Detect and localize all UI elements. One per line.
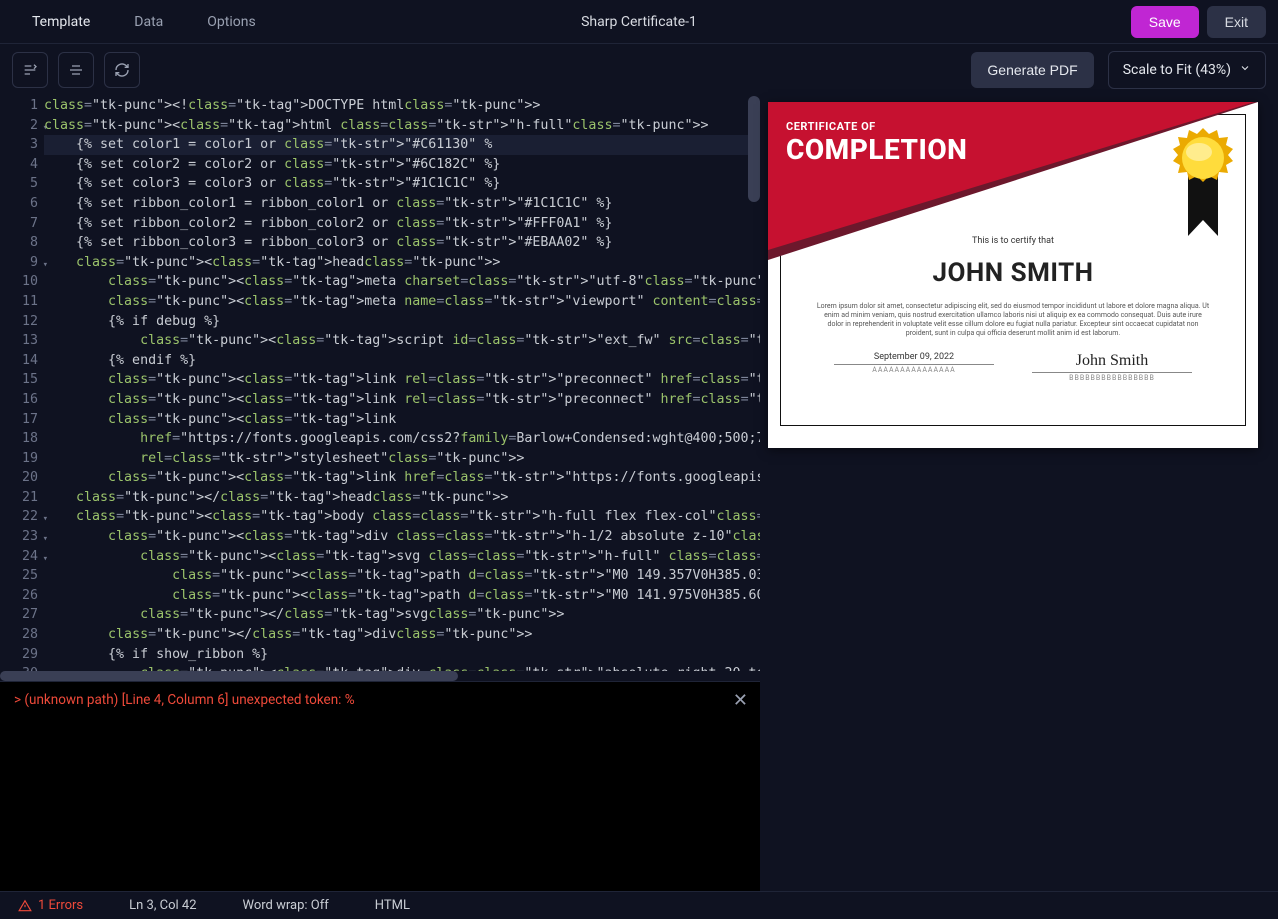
cert-completion-label: COMPLETION — [786, 133, 967, 166]
cert-date: September 09, 2022 — [834, 352, 994, 362]
top-bar: Template Data Options Sharp Certificate-… — [0, 0, 1278, 44]
error-message: > (unknown path) [Line 4, Column 6] unex… — [14, 692, 355, 708]
signature-date-col: September 09, 2022 AAAAAAAAAAAAAAA — [834, 352, 994, 382]
tab-data[interactable]: Data — [114, 4, 183, 40]
cert-of-label: CERTIFICATE OF — [786, 120, 967, 133]
exit-button[interactable]: Exit — [1207, 6, 1266, 38]
status-lang: HTML — [375, 898, 410, 913]
tab-options[interactable]: Options — [187, 4, 275, 40]
warning-icon — [18, 899, 32, 913]
top-tabs: Template Data Options — [12, 4, 276, 40]
generate-pdf-button[interactable]: Generate PDF — [971, 52, 1093, 88]
preview-page: CERTIFICATE OF COMPLETION This is to cer… — [768, 102, 1258, 448]
save-button[interactable]: Save — [1131, 6, 1199, 38]
cert-certify-text: This is to certify that — [816, 236, 1210, 246]
cert-signature: John Smith — [1032, 352, 1192, 370]
signature-name-col: John Smith BBBBBBBBBBBBBBBB — [1032, 352, 1192, 382]
tab-template[interactable]: Template — [12, 4, 110, 40]
close-icon[interactable]: ✕ — [733, 690, 748, 711]
document-title: Sharp Certificate-1 — [581, 14, 697, 30]
main-split: 12▾3456789▾10111213141516171819202122▾23… — [0, 96, 1278, 891]
zoom-label: Scale to Fit (43%) — [1123, 62, 1231, 78]
horizontal-scrollbar-track — [0, 671, 760, 681]
refresh-icon[interactable] — [104, 52, 140, 88]
status-bar: 1 Errors Ln 3, Col 42 Word wrap: Off HTM… — [0, 891, 1278, 919]
sig-line-right: BBBBBBBBBBBBBBBB — [1032, 372, 1192, 382]
code-content[interactable]: class="tk-punc"><!class="tk-tag">DOCTYPE… — [44, 96, 760, 671]
error-panel: > (unknown path) [Line 4, Column 6] unex… — [0, 681, 760, 891]
editor-column: 12▾3456789▾10111213141516171819202122▾23… — [0, 96, 760, 891]
horizontal-scrollbar[interactable] — [0, 671, 458, 681]
cert-name: JOHN SMITH — [816, 258, 1210, 288]
zoom-dropdown[interactable]: Scale to Fit (43%) — [1108, 51, 1266, 89]
chevron-down-icon — [1239, 62, 1251, 78]
align-icon[interactable] — [58, 52, 94, 88]
status-cursor: Ln 3, Col 42 — [129, 898, 196, 913]
code-editor[interactable]: 12▾3456789▾10111213141516171819202122▾23… — [0, 96, 760, 671]
toolbar: Generate PDF Scale to Fit (43%) — [0, 44, 1278, 96]
status-wrap[interactable]: Word wrap: Off — [243, 898, 329, 913]
cert-title-block: CERTIFICATE OF COMPLETION — [786, 120, 967, 166]
format-icon[interactable] — [12, 52, 48, 88]
preview-column: CERTIFICATE OF COMPLETION This is to cer… — [760, 96, 1278, 891]
cert-lorem: Lorem ipsum dolor sit amet, consectetur … — [816, 302, 1210, 338]
sig-line-left: AAAAAAAAAAAAAAA — [834, 364, 994, 374]
signature-row: September 09, 2022 AAAAAAAAAAAAAAA John … — [816, 352, 1210, 382]
ribbon-icon — [1170, 124, 1236, 248]
line-gutter: 12▾3456789▾10111213141516171819202122▾23… — [0, 96, 44, 671]
cert-body: This is to certify that JOHN SMITH Lorem… — [768, 222, 1258, 448]
status-errors[interactable]: 1 Errors — [18, 898, 83, 913]
